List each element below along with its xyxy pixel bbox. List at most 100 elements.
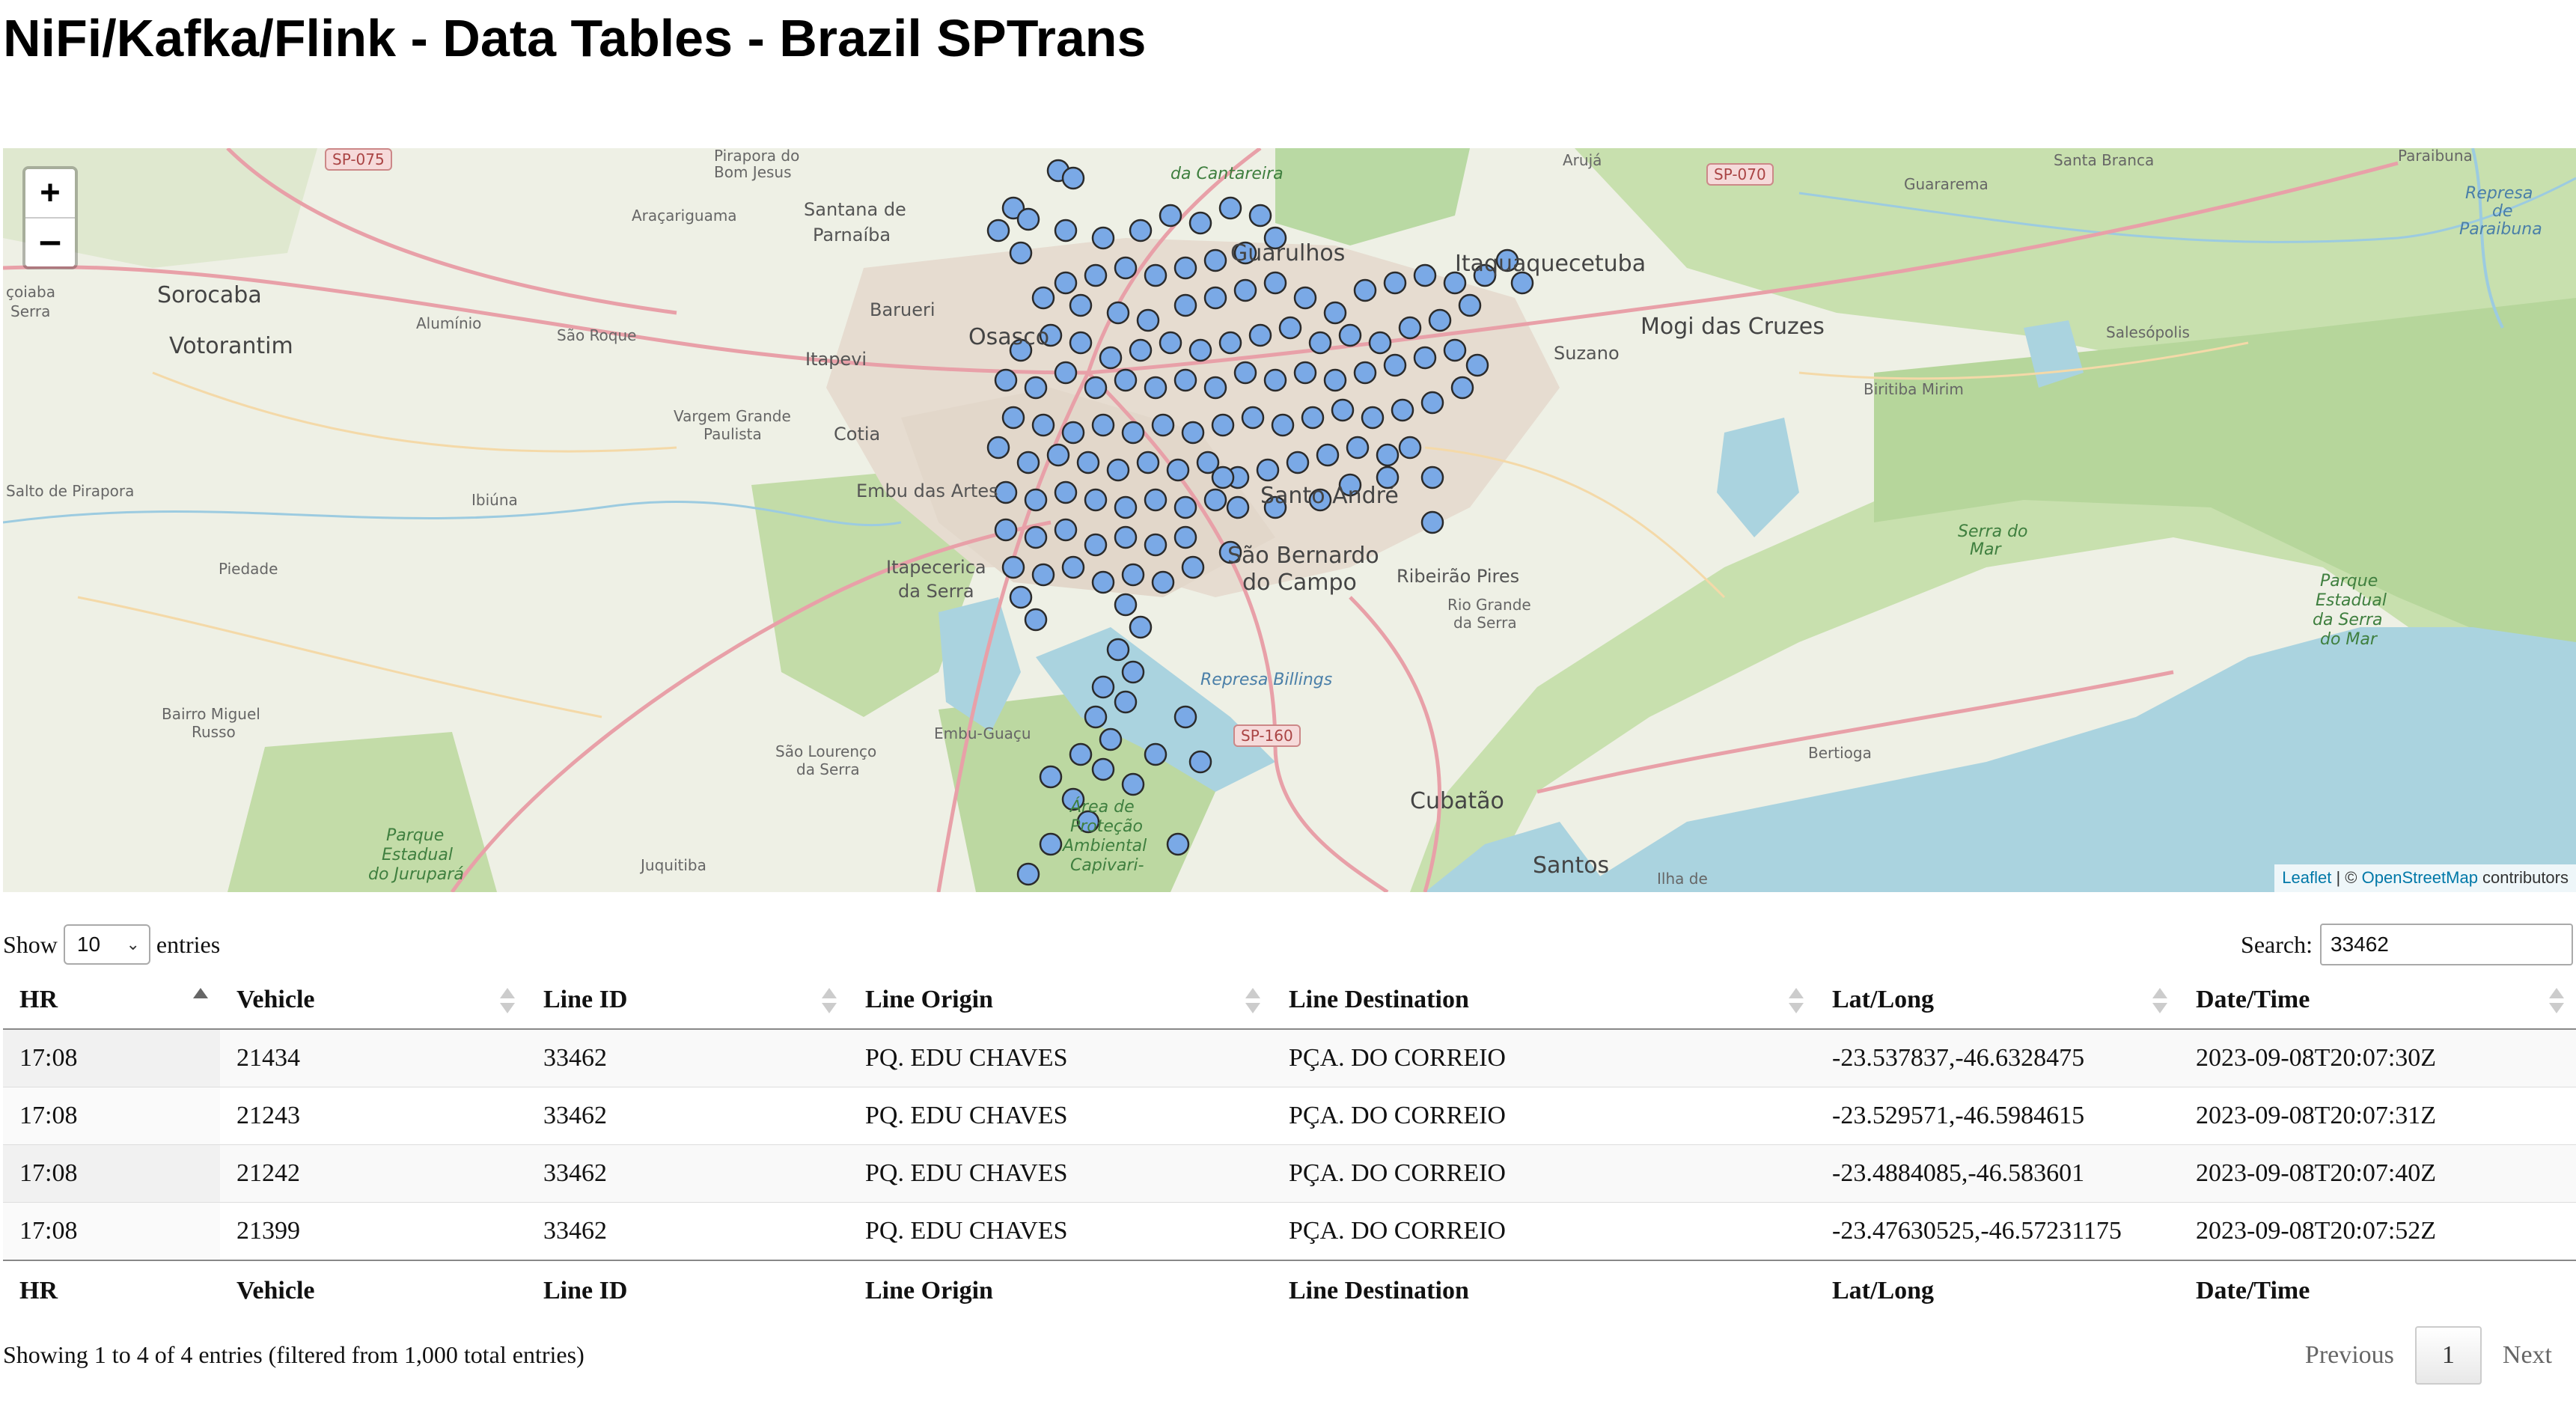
osm-link[interactable]: OpenStreetMap — [2362, 868, 2478, 887]
map-label-santo-andre: Santo André — [1260, 483, 1399, 509]
map-label-ibiuna: Ibiúna — [471, 491, 518, 509]
page-1-button[interactable]: 1 — [2414, 1326, 2482, 1385]
page-length-value: 10 — [76, 933, 101, 956]
column-header-line-id[interactable]: Line ID — [527, 971, 849, 1030]
cell-line-origin: PQ. EDU CHAVES — [849, 1202, 1272, 1260]
map-label-protecao-3: Ambiental — [1063, 837, 1147, 855]
cell-hr: 17:08 — [3, 1028, 220, 1087]
sort-icon — [822, 986, 837, 1016]
map-label-slourenco-2: da Serra — [796, 760, 860, 778]
pagination: Previous 1 Next — [2284, 1326, 2573, 1385]
map-label-ribeirao: Ribeirão Pires — [1397, 566, 1520, 587]
cell-line-origin: PQ. EDU CHAVES — [849, 1144, 1272, 1203]
map-label-vargem-1: Vargem Grande — [674, 407, 791, 425]
map-label-embu: Embu das Artes — [856, 480, 998, 501]
previous-button[interactable]: Previous — [2284, 1326, 2415, 1385]
column-header-lat-long[interactable]: Lat/Long — [1816, 971, 2179, 1030]
footer-hr: HR — [3, 1260, 220, 1321]
column-header-vehicle[interactable]: Vehicle — [220, 971, 527, 1030]
footer-vehicle: Vehicle — [220, 1260, 527, 1321]
leaflet-link[interactable]: Leaflet — [2282, 868, 2331, 887]
cell-vehicle: 21243 — [220, 1087, 527, 1145]
column-label: Lat/Long — [1832, 986, 1935, 1013]
zoom-control: + – — [22, 166, 78, 269]
map-label-cubatao: Cubatão — [1410, 788, 1504, 814]
column-header-line-destination[interactable]: Line Destination — [1272, 971, 1816, 1030]
map-label-slourenco-1: São Lourenço — [775, 742, 877, 760]
table-row[interactable]: 17:08 21243 33462 PQ. EDU CHAVES PÇA. DO… — [3, 1087, 2576, 1145]
sort-icon — [1789, 986, 1804, 1016]
map-label-bertioga: Bertioga — [1808, 744, 1872, 762]
map-label-paraibuna: Paraibuna — [2398, 148, 2473, 165]
next-button[interactable]: Next — [2482, 1326, 2573, 1385]
map-label-suzano: Suzano — [1554, 343, 1620, 364]
cell-hr: 17:08 — [3, 1144, 220, 1203]
map-label-guararema: Guararema — [1904, 175, 1989, 193]
sort-icon — [2152, 986, 2167, 1016]
bus-data-table: HR Vehicle Line ID Line Origin Line Dest… — [3, 971, 2576, 1321]
map-label-protecao-4: Capivari- — [1070, 856, 1144, 875]
cell-lat-long: -23.537837,-46.6328475 — [1816, 1028, 2179, 1087]
cell-line-origin: PQ. EDU CHAVES — [849, 1028, 1272, 1087]
map-label-itapecerica-2: da Serra — [898, 581, 974, 602]
sort-icon — [1245, 986, 1260, 1016]
road-shield-sp070: SP-070 — [1706, 163, 1774, 186]
bus-map[interactable]: Sorocaba Votorantim çoiaba Serra Santana… — [3, 148, 2576, 892]
road-shield-sp075: SP-075 — [325, 148, 392, 171]
map-label-itapevi: Itapevi — [805, 349, 867, 370]
show-label: Show — [3, 931, 58, 958]
table-row[interactable]: 17:08 21399 33462 PQ. EDU CHAVES PÇA. DO… — [3, 1202, 2576, 1260]
map-label-aluminio: Alumínio — [416, 314, 482, 332]
table-row[interactable]: 17:08 21242 33462 PQ. EDU CHAVES PÇA. DO… — [3, 1144, 2576, 1203]
column-label: HR — [19, 986, 58, 1013]
column-header-hr[interactable]: HR — [3, 971, 220, 1030]
map-label-santos: Santos — [1533, 852, 1610, 879]
footer-date-time: Date/Time — [2179, 1260, 2576, 1321]
map-label-salto: Salto de Pirapora — [6, 482, 135, 500]
footer-line-id: Line ID — [527, 1260, 849, 1321]
map-label-santana: Santana de — [804, 199, 906, 220]
map-label-piedade: Piedade — [219, 560, 278, 578]
map-label-ilha: Ilha de — [1657, 870, 1708, 888]
column-header-line-origin[interactable]: Line Origin — [849, 971, 1272, 1030]
zoom-out-button[interactable]: – — [25, 219, 75, 266]
map-label-park-2: Estadual — [382, 846, 453, 864]
page-length-select[interactable]: 10 ⌄ — [63, 924, 150, 965]
cell-line-id: 33462 — [527, 1202, 849, 1260]
column-label: Date/Time — [2196, 986, 2310, 1013]
map-label-parque-mar-4: do Mar — [2320, 630, 2377, 649]
column-header-date-time[interactable]: Date/Time — [2179, 971, 2576, 1030]
cell-lat-long: -23.47630525,-46.57231175 — [1816, 1202, 2179, 1260]
map-label-itaquaquecetuba: Itaquaquecetuba — [1455, 251, 1646, 277]
footer-lat-long: Lat/Long — [1816, 1260, 2179, 1321]
search-label: Search: — [2241, 931, 2313, 958]
cell-hr: 17:08 — [3, 1087, 220, 1145]
search-input[interactable]: 33462 — [2320, 924, 2573, 965]
column-label: Line ID — [543, 986, 628, 1013]
cell-line-id: 33462 — [527, 1087, 849, 1145]
cell-line-origin: PQ. EDU CHAVES — [849, 1087, 1272, 1145]
map-label-sao-roque: São Roque — [557, 326, 637, 344]
cell-line-id: 33462 — [527, 1144, 849, 1203]
zoom-in-button[interactable]: + — [25, 169, 75, 219]
map-label-salesopolis: Salesópolis — [2106, 323, 2190, 341]
cell-lat-long: -23.529571,-46.5984615 — [1816, 1087, 2179, 1145]
cell-date-time: 2023-09-08T20:07:40Z — [2179, 1144, 2576, 1203]
map-label-juquitiba: Juquitiba — [641, 856, 706, 874]
cell-line-destination: PÇA. DO CORREIO — [1272, 1202, 1816, 1260]
map-label-protecao-2: Proteção — [1070, 817, 1143, 836]
sort-ascending-icon — [193, 986, 208, 1016]
map-label-mogi: Mogi das Cruzes — [1640, 314, 1825, 340]
entries-label: entries — [156, 931, 221, 958]
table-footer-row: HR Vehicle Line ID Line Origin Line Dest… — [3, 1260, 2576, 1321]
map-label-parnaiba: Parnaíba — [813, 225, 891, 245]
cell-date-time: 2023-09-08T20:07:30Z — [2179, 1028, 2576, 1087]
sort-icon — [500, 986, 515, 1016]
map-label-santa-branca: Santa Branca — [2054, 151, 2155, 169]
map-label-biritiba: Biritiba Mirim — [1864, 380, 1964, 398]
search-control: Search: 33462 — [2241, 922, 2573, 967]
chevron-down-icon: ⌄ — [126, 935, 140, 953]
table-row[interactable]: 17:08 21434 33462 PQ. EDU CHAVES PÇA. DO… — [3, 1028, 2576, 1087]
cell-vehicle: 21434 — [220, 1028, 527, 1087]
cell-line-destination: PÇA. DO CORREIO — [1272, 1087, 1816, 1145]
